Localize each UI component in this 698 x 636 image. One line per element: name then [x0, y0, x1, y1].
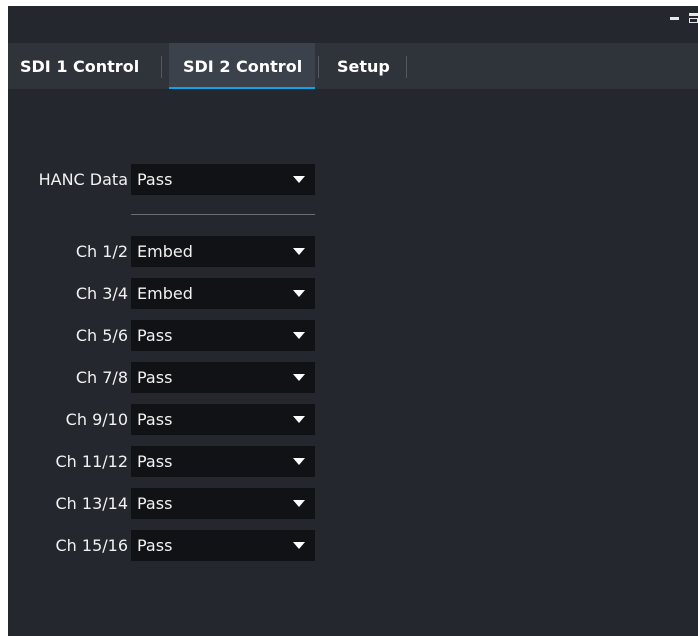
caret-down-icon	[293, 542, 305, 549]
tab-sdi-2-control[interactable]: SDI 2 Control	[169, 43, 315, 91]
ch-13-14-dropdown[interactable]: Pass	[131, 488, 315, 519]
hanc-data-dropdown[interactable]: Pass	[131, 164, 315, 195]
dropdown-value: Pass	[137, 536, 173, 555]
tab-separator	[161, 56, 162, 78]
sdi-2-control-panel: HANC Data Pass Ch 1/2 Embed Ch 3/4 Embed…	[8, 89, 698, 636]
tab-bar: SDI 1 Control SDI 2 Control Setup	[8, 43, 698, 91]
ch-15-16-label: Ch 15/16	[55, 536, 128, 555]
caret-down-icon	[293, 374, 305, 381]
caret-down-icon	[293, 290, 305, 297]
divider	[131, 214, 315, 215]
restore-icon[interactable]	[689, 13, 698, 23]
dropdown-value: Pass	[137, 326, 173, 345]
app-window: SDI 1 Control SDI 2 Control Setup HANC D…	[8, 6, 698, 636]
title-bar	[8, 6, 698, 42]
tab-label: Setup	[337, 57, 390, 76]
ch-5-6-label: Ch 5/6	[75, 326, 128, 345]
ch-5-6-dropdown[interactable]: Pass	[131, 320, 315, 351]
ch-11-12-dropdown[interactable]: Pass	[131, 446, 315, 477]
tab-setup[interactable]: Setup	[337, 43, 407, 87]
tab-separator	[318, 56, 319, 78]
ch-13-14-label: Ch 13/14	[55, 494, 128, 513]
ch-3-4-label: Ch 3/4	[75, 284, 128, 303]
caret-down-icon	[293, 332, 305, 339]
ch-7-8-dropdown[interactable]: Pass	[131, 362, 315, 393]
dropdown-value: Embed	[137, 284, 193, 303]
hanc-data-label: HANC Data	[38, 170, 128, 189]
ch-11-12-label: Ch 11/12	[55, 452, 128, 471]
tab-label: SDI 2 Control	[183, 57, 303, 76]
dropdown-value: Pass	[137, 170, 173, 189]
ch-15-16-dropdown[interactable]: Pass	[131, 530, 315, 561]
dropdown-value: Pass	[137, 452, 173, 471]
caret-down-icon	[293, 416, 305, 423]
dropdown-value: Pass	[137, 494, 173, 513]
dropdown-value: Embed	[137, 242, 193, 261]
ch-7-8-label: Ch 7/8	[75, 368, 128, 387]
ch-9-10-label: Ch 9/10	[65, 410, 128, 429]
ch-9-10-dropdown[interactable]: Pass	[131, 404, 315, 435]
caret-down-icon	[293, 458, 305, 465]
ch-1-2-label: Ch 1/2	[75, 242, 128, 261]
ch-3-4-dropdown[interactable]: Embed	[131, 278, 315, 309]
tab-sdi-1-control[interactable]: SDI 1 Control	[20, 43, 168, 87]
dropdown-value: Pass	[137, 410, 173, 429]
tab-label: SDI 1 Control	[20, 57, 140, 76]
tab-separator	[406, 56, 407, 78]
caret-down-icon	[293, 500, 305, 507]
caret-down-icon	[293, 176, 305, 183]
minimize-icon[interactable]	[670, 17, 679, 20]
dropdown-value: Pass	[137, 368, 173, 387]
caret-down-icon	[293, 248, 305, 255]
ch-1-2-dropdown[interactable]: Embed	[131, 236, 315, 267]
